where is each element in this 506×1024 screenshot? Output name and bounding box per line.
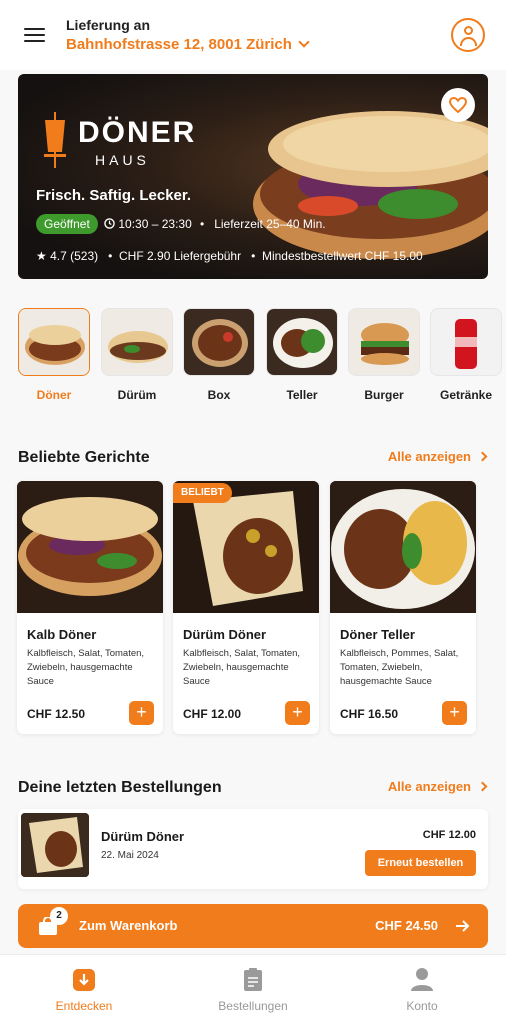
brand-subtitle: HAUS <box>95 152 150 168</box>
popular-badge: BELIEBT <box>173 483 232 503</box>
category-image <box>183 308 255 376</box>
nav-tab-entdecken[interactable]: Entdecken <box>0 955 168 1024</box>
category-label: Teller <box>286 388 318 402</box>
hero-tagline: Frisch. Saftig. Lecker. <box>36 187 192 204</box>
clipboard-icon <box>244 968 262 991</box>
product-card[interactable]: BELIEBT Dürüm Döner Kalbfleisch, Salat, … <box>173 481 319 734</box>
add-to-cart-button[interactable]: + <box>442 701 467 725</box>
doner-spit-icon <box>44 112 66 168</box>
restaurant-hero-banner: DÖNER HAUS Frisch. Saftig. Lecker. Geöff… <box>18 74 488 279</box>
rating-text: 4.7 (523) <box>50 249 99 263</box>
chevron-down-icon <box>298 36 310 48</box>
cart-count-badge: 2 <box>50 907 68 925</box>
nav-tab-bestellungen[interactable]: Bestellungen <box>169 955 337 1024</box>
address-selector[interactable]: Bahnhofstrasse 12, 8001 Zürich <box>66 36 310 53</box>
chevron-right-icon <box>477 451 488 462</box>
rating-fee-line: ★ 4.7 (523) • CHF 2.90 Liefergebühr • Mi… <box>36 249 423 263</box>
discover-icon <box>73 969 95 991</box>
see-all-label: Alle anzeigen <box>387 779 471 794</box>
product-card[interactable]: Kalb Döner Kalbfleisch, Salat, Tomaten, … <box>17 481 163 734</box>
add-to-cart-button[interactable]: + <box>129 701 154 725</box>
recent-order-item[interactable]: Dürüm Döner 22. Mai 2024 CHF 12.00 Erneu… <box>18 809 488 889</box>
product-description: Kalbfleisch, Pommes, Salat, Tomaten, Zwi… <box>340 648 459 687</box>
category-label: Döner <box>36 388 72 402</box>
order-date: 22. Mai 2024 <box>101 850 159 861</box>
product-price: CHF 12.00 <box>183 707 242 721</box>
category-label: Box <box>207 388 231 402</box>
product-description: Kalbfleisch, Salat, Tomaten, Zwiebeln, h… <box>183 648 301 687</box>
order-price: CHF 12.00 <box>422 829 476 841</box>
category-getraenke[interactable]: Getränke <box>430 308 502 402</box>
order-image <box>21 813 89 877</box>
category-image <box>430 308 502 376</box>
cart-total: CHF 24.50 <box>375 918 438 933</box>
see-all-label: Alle anzeigen <box>387 449 471 464</box>
product-image <box>330 481 476 613</box>
product-image: BELIEBT <box>173 481 319 613</box>
nav-label: Bestellungen <box>218 999 288 1013</box>
product-price: CHF 16.50 <box>340 707 399 721</box>
min-order-text: Mindestbestellwert CHF 15.00 <box>261 249 423 263</box>
popular-see-all-link[interactable]: Alle anzeigen <box>387 449 488 464</box>
reorder-button[interactable]: Erneut bestellen <box>365 850 476 876</box>
category-label: Burger <box>364 388 404 402</box>
product-description: Kalbfleisch, Salat, Tomaten, Zwiebeln, h… <box>27 648 145 687</box>
category-doner[interactable]: Döner <box>18 308 90 402</box>
hamburger-menu-icon[interactable] <box>24 24 48 46</box>
order-name: Dürüm Döner <box>101 829 185 844</box>
star-icon: ★ <box>36 249 47 263</box>
delivery-time: • Lieferzeit 25–40 Min. <box>200 217 326 231</box>
category-box[interactable]: Box <box>183 308 255 402</box>
add-to-cart-button[interactable]: + <box>285 701 310 725</box>
chevron-right-icon <box>477 781 488 792</box>
address-text: Bahnhofstrasse 12, 8001 Zürich <box>66 36 292 53</box>
category-image <box>266 308 338 376</box>
top-header: Lieferung an Bahnhofstrasse 12, 8001 Zür… <box>0 0 506 70</box>
product-card[interactable]: Döner Teller Kalbfleisch, Pommes, Salat,… <box>330 481 476 734</box>
category-burger[interactable]: Burger <box>348 308 420 402</box>
product-price: CHF 12.50 <box>27 707 86 721</box>
category-image <box>348 308 420 376</box>
app-screen: Lieferung an Bahnhofstrasse 12, 8001 Zür… <box>0 0 506 1024</box>
favorite-heart-icon[interactable] <box>441 88 475 122</box>
recent-see-all-link[interactable]: Alle anzeigen <box>387 779 488 794</box>
delivery-label: Lieferung an <box>66 17 151 33</box>
popular-section-title: Beliebte Gerichte <box>18 449 150 466</box>
category-teller[interactable]: Teller <box>266 308 338 402</box>
delivery-fee-text: CHF 2.90 Liefergebühr <box>119 249 242 263</box>
product-name: Dürüm Döner <box>183 627 267 642</box>
bottom-navigation: Entdecken Bestellungen Konto <box>0 954 506 1024</box>
delivery-time-text: Lieferzeit 25–40 Min. <box>214 217 326 231</box>
product-image <box>17 481 163 613</box>
hours-text: 10:30 – 23:30 <box>118 217 192 231</box>
recent-orders-title: Deine letzten Bestellungen <box>18 779 222 796</box>
category-image <box>18 308 90 376</box>
category-label: Getränke <box>439 388 493 402</box>
category-label: Dürüm <box>117 388 157 402</box>
opening-hours: 10:30 – 23:30 <box>104 217 192 231</box>
user-icon <box>411 968 433 991</box>
category-durum[interactable]: Dürüm <box>101 308 173 402</box>
cart-label: Zum Warenkorb <box>79 918 178 933</box>
nav-label: Entdecken <box>55 999 113 1013</box>
arrow-right-icon <box>456 920 470 932</box>
open-status-badge: Geöffnet <box>36 214 98 234</box>
product-name: Döner Teller <box>340 627 415 642</box>
nav-tab-konto[interactable]: Konto <box>338 955 506 1024</box>
brand-name: DÖNER <box>78 116 197 149</box>
category-image <box>101 308 173 376</box>
clock-icon <box>104 218 115 229</box>
profile-button[interactable] <box>451 18 485 52</box>
product-name: Kalb Döner <box>27 627 97 642</box>
brand-logo: DÖNER HAUS <box>40 112 194 173</box>
cart-bar-button[interactable]: 2 Zum Warenkorb CHF 24.50 <box>18 904 488 948</box>
nav-label: Konto <box>406 999 438 1013</box>
